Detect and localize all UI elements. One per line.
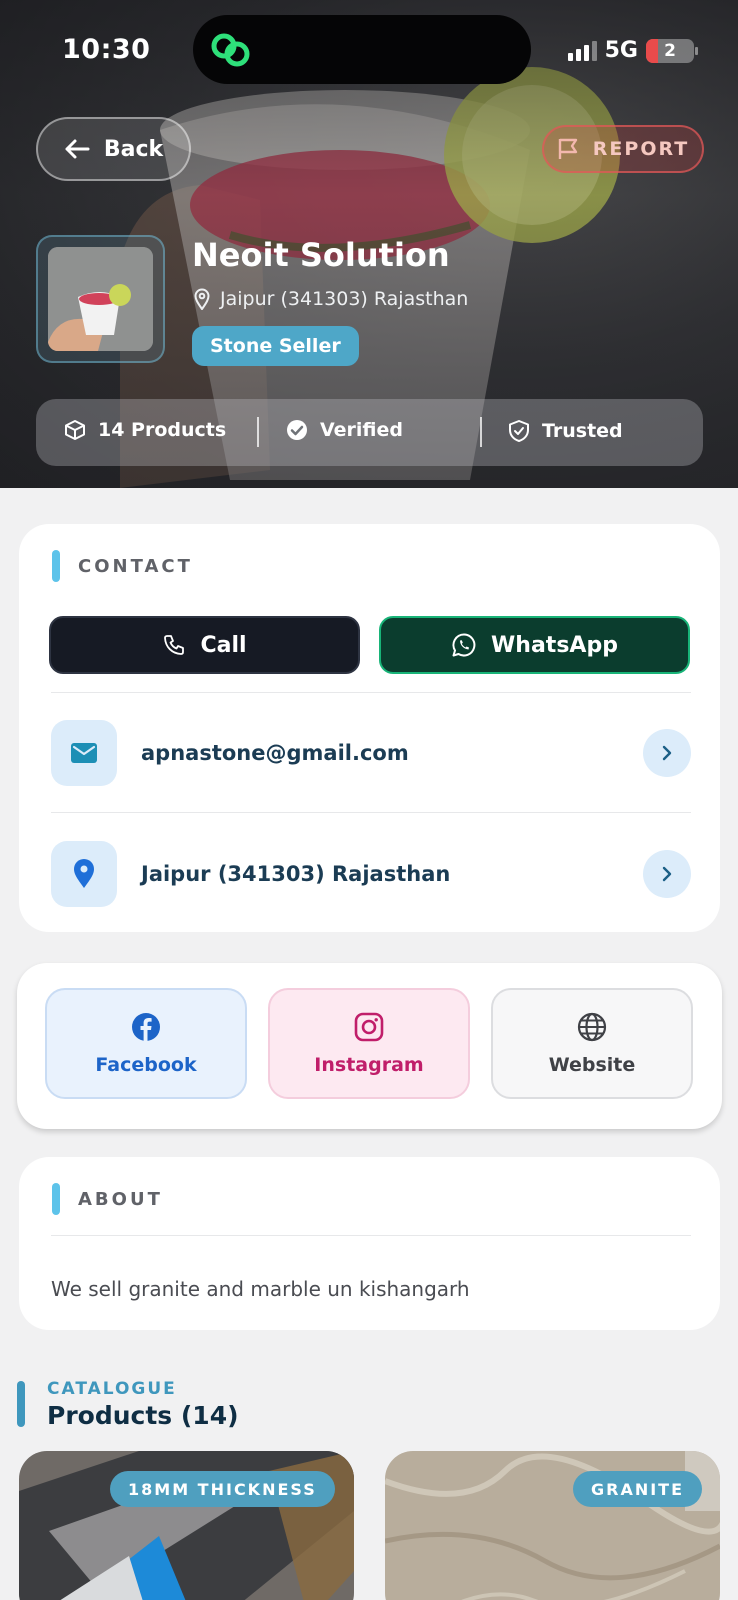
about-card: ABOUT We sell granite and marble un kish…: [19, 1157, 720, 1330]
catalogue-eyebrow: CATALOGUE: [47, 1379, 177, 1399]
report-label: REPORT: [592, 138, 690, 160]
dynamic-island: [193, 15, 531, 84]
email-text: apnastone@gmail.com: [141, 741, 409, 765]
business-location: Jaipur (341303) Rajasthan: [194, 288, 468, 310]
address-row[interactable]: Jaipur (341303) Rajasthan: [51, 840, 691, 908]
stat-products-label: 14 Products: [98, 419, 227, 441]
stat-verified: Verified: [286, 419, 403, 441]
website-link[interactable]: Website: [491, 988, 693, 1099]
social-links-card: Facebook Instagram Website: [17, 963, 722, 1129]
about-section-header: ABOUT: [52, 1183, 163, 1215]
website-label: Website: [548, 1053, 636, 1076]
call-button[interactable]: Call: [49, 616, 360, 674]
section-accent-bar: [52, 550, 60, 582]
status-time: 10:30: [62, 34, 151, 65]
back-button[interactable]: Back: [36, 117, 191, 181]
instagram-label: Instagram: [314, 1053, 424, 1076]
stat-trusted: Trusted: [508, 419, 623, 443]
profile-hero: 10:30 5G 2 Back REPORT Neoit Solution Ja…: [0, 0, 738, 488]
box-icon: [65, 420, 85, 440]
app-logo-icon: [211, 33, 250, 67]
facebook-link[interactable]: Facebook: [45, 988, 247, 1099]
facebook-icon: [132, 1012, 160, 1041]
instagram-link[interactable]: Instagram: [268, 988, 470, 1099]
signal-icon: [567, 40, 597, 61]
catalogue-title: Products (14): [47, 1401, 239, 1430]
instagram-icon: [354, 1012, 384, 1041]
product-card[interactable]: GRANITE: [385, 1451, 720, 1600]
address-chevron[interactable]: [643, 850, 691, 898]
contact-title: CONTACT: [78, 555, 193, 577]
about-title: ABOUT: [78, 1188, 163, 1210]
avatar-photo: [48, 247, 153, 351]
map-pin-icon: [194, 288, 210, 310]
catalogue-header: CATALOGUE Products (14): [17, 1379, 239, 1430]
mail-icon: [71, 743, 97, 763]
stats-bar: 14 Products Verified Trusted: [36, 399, 703, 466]
product-card[interactable]: 18MM THICKNESS: [19, 1451, 354, 1600]
shield-check-icon: [509, 420, 529, 442]
report-button[interactable]: REPORT: [542, 125, 704, 173]
network-type: 5G: [604, 38, 638, 63]
battery-icon: 2: [646, 38, 698, 63]
address-icon-box: [51, 841, 117, 907]
divider: [51, 1235, 691, 1236]
business-location-text: Jaipur (341303) Rajasthan: [220, 288, 469, 310]
divider: [51, 812, 691, 813]
facebook-label: Facebook: [95, 1053, 197, 1076]
about-text: We sell granite and marble un kishangarh: [51, 1277, 470, 1301]
chevron-right-icon: [662, 745, 672, 761]
contact-card: CONTACT Call WhatsApp apnastone@gmail.co…: [19, 524, 720, 932]
stat-trusted-label: Trusted: [542, 420, 623, 442]
arrow-left-icon: [65, 139, 90, 159]
stat-verified-label: Verified: [320, 419, 404, 441]
address-text: Jaipur (341303) Rajasthan: [141, 862, 451, 886]
stat-divider: [480, 417, 482, 447]
email-chevron[interactable]: [643, 729, 691, 777]
back-label: Back: [103, 136, 164, 162]
map-pin-icon: [74, 859, 94, 888]
divider: [51, 692, 691, 693]
stat-divider: [257, 417, 259, 447]
business-avatar: [36, 235, 165, 363]
email-icon-box: [51, 720, 117, 786]
call-label: Call: [200, 632, 247, 658]
globe-icon: [577, 1012, 607, 1041]
whatsapp-button[interactable]: WhatsApp: [379, 616, 690, 674]
email-row[interactable]: apnastone@gmail.com: [51, 719, 691, 787]
check-circle-icon: [287, 420, 307, 440]
stat-products: 14 Products: [64, 419, 226, 441]
section-accent-bar: [17, 1381, 25, 1427]
product-tag: 18MM THICKNESS: [110, 1471, 335, 1507]
chevron-right-icon: [662, 866, 672, 882]
business-name: Neoit Solution: [192, 236, 450, 274]
section-accent-bar: [52, 1183, 60, 1215]
flag-icon: [558, 138, 577, 159]
status-indicators: 5G 2: [567, 38, 698, 63]
phone-icon: [164, 635, 185, 655]
contact-section-header: CONTACT: [52, 550, 193, 582]
product-tag: GRANITE: [573, 1471, 703, 1507]
battery-level: 2: [664, 40, 676, 61]
whatsapp-label: WhatsApp: [491, 632, 618, 658]
whatsapp-icon: [452, 633, 476, 657]
seller-type-badge: Stone Seller: [192, 326, 359, 366]
